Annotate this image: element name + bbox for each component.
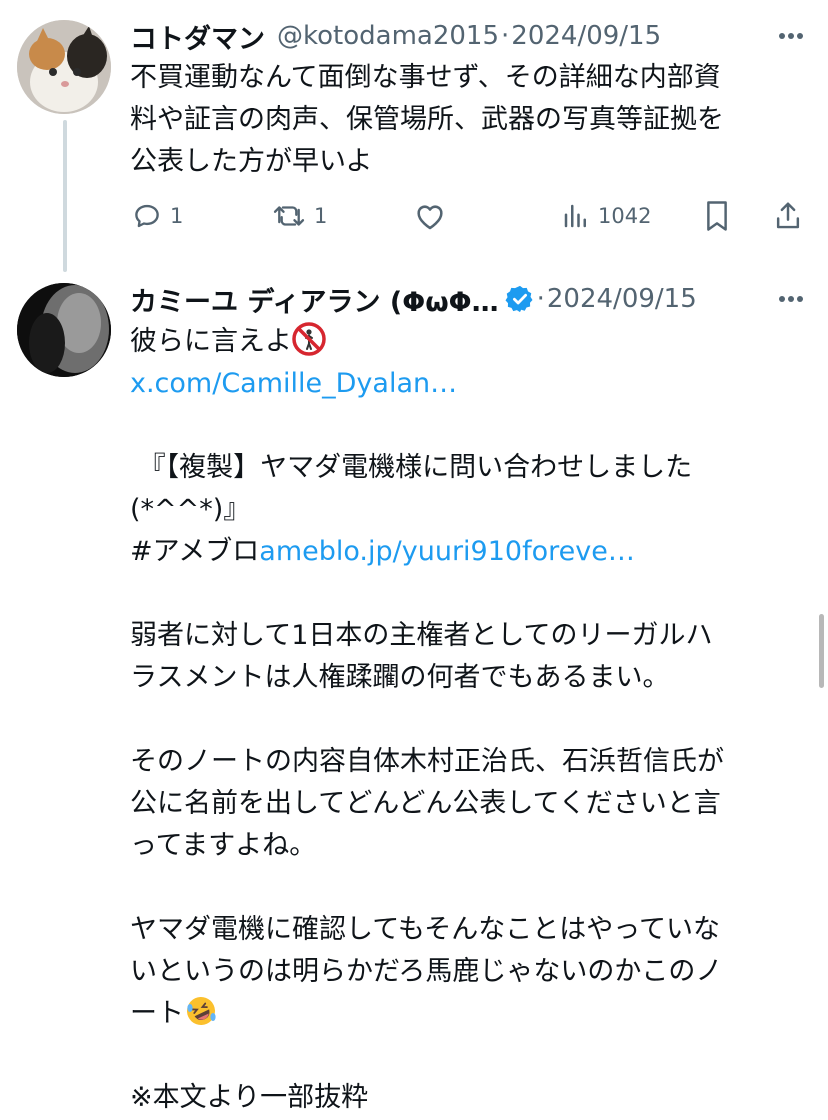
tweet1-separator: · (501, 21, 510, 51)
tweet2-line: (*^^*)』 (130, 494, 251, 525)
bookmark-icon (707, 201, 727, 231)
heart-icon (417, 205, 443, 230)
avatar-kotodama[interactable] (17, 20, 111, 114)
tweet2-separator: · (536, 284, 545, 314)
tweet1-line: 料や証言の肉声、保管場所、武器の写真等証拠を (130, 104, 724, 135)
tweet1-display-name[interactable]: コトダマン (130, 17, 265, 56)
tweet2-more-icon[interactable] (776, 284, 806, 314)
tweet2-line: 彼らに言えよ (130, 326, 292, 357)
rolling-laughing-emoji-icon (184, 994, 218, 1028)
tweet1-text: 不買運動なんて面倒な事せず、その詳細な内部資 料や証言の肉声、保管場所、武器の写… (130, 57, 800, 183)
tweet1-handle[interactable]: @kotodama2015 (277, 21, 499, 51)
share-icon (776, 202, 800, 229)
tweet2-line: そのノートの内容自体木村正治氏、石浜哲信氏が (130, 746, 724, 777)
reply-icon (135, 204, 159, 228)
tweet2-link-x[interactable]: x.com/Camille_Dyalan… (130, 368, 457, 399)
tweet2-line: ってますよね。 (130, 830, 317, 861)
avatar-camille[interactable] (17, 283, 111, 377)
tweet2-date[interactable]: 2024/09/15 (547, 284, 697, 314)
tweet2-line: ラスメントは人権蹂躙の何者でもあるまい。 (130, 662, 670, 693)
like-button[interactable] (414, 196, 446, 236)
tweet1-line: 公表した方が早いよ (130, 146, 373, 177)
tweet1-actions: 1 1 1042 (130, 196, 810, 236)
verified-badge-icon (505, 284, 535, 314)
reply-button[interactable]: 1 (132, 196, 183, 236)
tweet1-date[interactable]: 2024/09/15 (511, 21, 661, 51)
no-pedestrians-emoji-icon (292, 322, 326, 356)
tweet2-line: いというのは明らかだろ馬鹿じゃないのかこのノ (130, 956, 723, 987)
reply-count: 1 (170, 204, 184, 228)
tweet2-line: ※本文より一部抜粋 (130, 1082, 369, 1113)
repost-count: 1 (314, 204, 328, 228)
tweet2-header: カミーユ ディアラン (ΦωΦ… · 2024/09/15 (130, 280, 790, 319)
views-icon (564, 204, 586, 228)
tweet2-line: 『【複製】ヤマダ電機様に問い合わせしました (138, 452, 693, 483)
repost-button[interactable]: 1 (272, 196, 327, 236)
tweet2-line: ート (130, 998, 184, 1029)
tweet2-link-ameblo[interactable]: ameblo.jp/yuuri910foreve… (259, 536, 635, 567)
bookmark-button[interactable] (704, 196, 730, 236)
tweet1-more-icon[interactable] (776, 21, 806, 51)
share-button[interactable] (774, 196, 802, 236)
tweet2-line: 弱者に対して1日本の主権者としてのリーガルハ (130, 620, 713, 651)
repost-icon (273, 206, 305, 226)
thread-connector-line (63, 120, 67, 272)
views-count: 1042 (598, 204, 652, 228)
tweet2-line: 公に名前を出してどんどん公表してくださいと言 (130, 788, 721, 819)
scrollbar-thumb[interactable] (819, 614, 824, 688)
tweet1-line: 不買運動なんて面倒な事せず、その詳細な内部資 (130, 62, 721, 93)
tweet2-hashtag[interactable]: #アメブロ (130, 536, 259, 567)
tweet2-line: ヤマダ電機に確認してもそんなことはやっていな (130, 914, 720, 945)
tweet2-display-name[interactable]: カミーユ ディアラン (ΦωΦ… (130, 280, 499, 319)
tweet1-header: コトダマン @kotodama2015 · 2024/09/15 (130, 17, 790, 56)
views-button[interactable]: 1042 (562, 196, 651, 236)
tweet2-text: 彼らに言えよ x.com/Camille_Dyalan… 『【複製】ヤマダ電機様… (130, 321, 800, 1119)
